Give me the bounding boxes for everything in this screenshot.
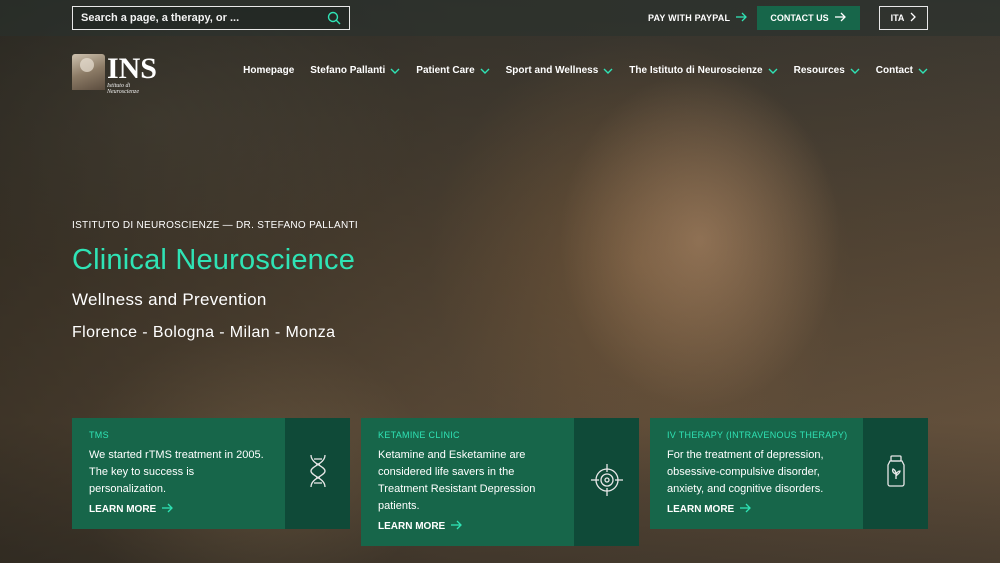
medicine-jar-icon — [885, 455, 907, 492]
nav-item-label: Stefano Pallanti — [310, 65, 386, 76]
nav-item-sport-and-wellness[interactable]: Sport and Wellness — [506, 65, 614, 76]
nav-item-label: Contact — [875, 65, 913, 76]
main-nav: Homepage Stefano Pallanti Patient Care S… — [243, 65, 928, 76]
card-tag: KETAMINE CLINIC — [378, 430, 460, 440]
learn-more-link[interactable]: LEARN MORE — [378, 520, 560, 533]
chevron-down-icon — [480, 66, 490, 76]
learn-more-label: LEARN MORE — [89, 504, 157, 515]
hero-subtitle: Wellness and Prevention — [72, 290, 267, 309]
nav-item-label: Resources — [793, 65, 845, 76]
arrow-right-icon — [736, 12, 748, 24]
learn-more-link[interactable]: LEARN MORE — [89, 503, 271, 516]
card-tag: IV THERAPY (INTRAVENOUS THERAPY) — [667, 430, 848, 440]
nav-item-label: Patient Care — [416, 65, 475, 76]
chevron-down-icon — [768, 66, 778, 76]
search-input[interactable] — [81, 12, 327, 24]
hero-locations: Florence - Bologna - Milan - Monza — [72, 324, 336, 341]
service-card-ketamine: KETAMINE CLINIC Ketamine and Esketamine … — [361, 418, 639, 546]
chevron-down-icon — [390, 66, 400, 76]
logo-subtitle: Istituto di Neuroscienze — [106, 83, 140, 95]
search-icon[interactable] — [327, 11, 341, 25]
top-bar: PAY WITH PAYPAL CONTACT US ITA — [0, 0, 1000, 36]
logo-statue-image — [72, 54, 105, 90]
card-text: Ketamine and Esketamine are considered l… — [378, 449, 536, 512]
hero-title: Clinical Neuroscience — [72, 244, 356, 276]
nav-item-label: Homepage — [243, 65, 295, 76]
card-text: For the treatment of depression, obsessi… — [667, 449, 824, 495]
nav-item-patient-care[interactable]: Patient Care — [416, 65, 490, 76]
arrow-right-icon — [162, 503, 174, 516]
hero-eyebrow: ISTITUTO DI NEUROSCIENZE — DR. STEFANO P… — [72, 220, 358, 231]
nav-item-label: The Istituto di Neuroscienze — [629, 65, 763, 76]
card-icon-panel — [574, 418, 639, 546]
nav-item-label: Sport and Wellness — [505, 65, 599, 76]
paypal-label: PAY WITH PAYPAL — [648, 13, 731, 23]
pay-with-paypal-link[interactable]: PAY WITH PAYPAL — [648, 12, 748, 24]
contact-us-label: CONTACT US — [770, 13, 829, 23]
contact-us-button[interactable]: CONTACT US — [757, 6, 860, 30]
arrow-right-icon — [740, 503, 752, 516]
language-button[interactable]: ITA — [879, 6, 928, 30]
service-card-iv-therapy: IV THERAPY (INTRAVENOUS THERAPY) For the… — [650, 418, 928, 529]
site-logo[interactable]: INS Istituto di Neuroscienze — [72, 52, 162, 95]
nav-item-contact[interactable]: Contact — [876, 65, 928, 76]
nav-item-homepage[interactable]: Homepage — [243, 65, 294, 76]
learn-more-label: LEARN MORE — [667, 504, 735, 515]
chevron-down-icon — [603, 66, 613, 76]
logo-wordmark: INS — [106, 52, 157, 85]
chevron-right-icon — [910, 12, 917, 24]
nav-item-stefano-pallanti[interactable]: Stefano Pallanti — [310, 65, 400, 76]
arrow-right-icon — [451, 520, 463, 533]
language-label: ITA — [890, 13, 905, 23]
card-text: We started rTMS treatment in 2005. The k… — [89, 449, 264, 495]
nav-item-istituto[interactable]: The Istituto di Neuroscienze — [629, 65, 778, 76]
service-card-tms: TMS We started rTMS treatment in 2005. T… — [72, 418, 350, 529]
target-icon — [590, 463, 623, 501]
learn-more-label: LEARN MORE — [378, 521, 446, 532]
search-box[interactable] — [72, 6, 350, 30]
nav-item-resources[interactable]: Resources — [794, 65, 860, 76]
card-tag: TMS — [89, 430, 109, 440]
card-icon-panel — [285, 418, 350, 529]
card-icon-panel — [863, 418, 928, 529]
dna-icon — [307, 454, 329, 493]
learn-more-link[interactable]: LEARN MORE — [667, 503, 849, 516]
chevron-down-icon — [850, 66, 860, 76]
arrow-right-icon — [834, 12, 847, 24]
chevron-down-icon — [918, 66, 928, 76]
